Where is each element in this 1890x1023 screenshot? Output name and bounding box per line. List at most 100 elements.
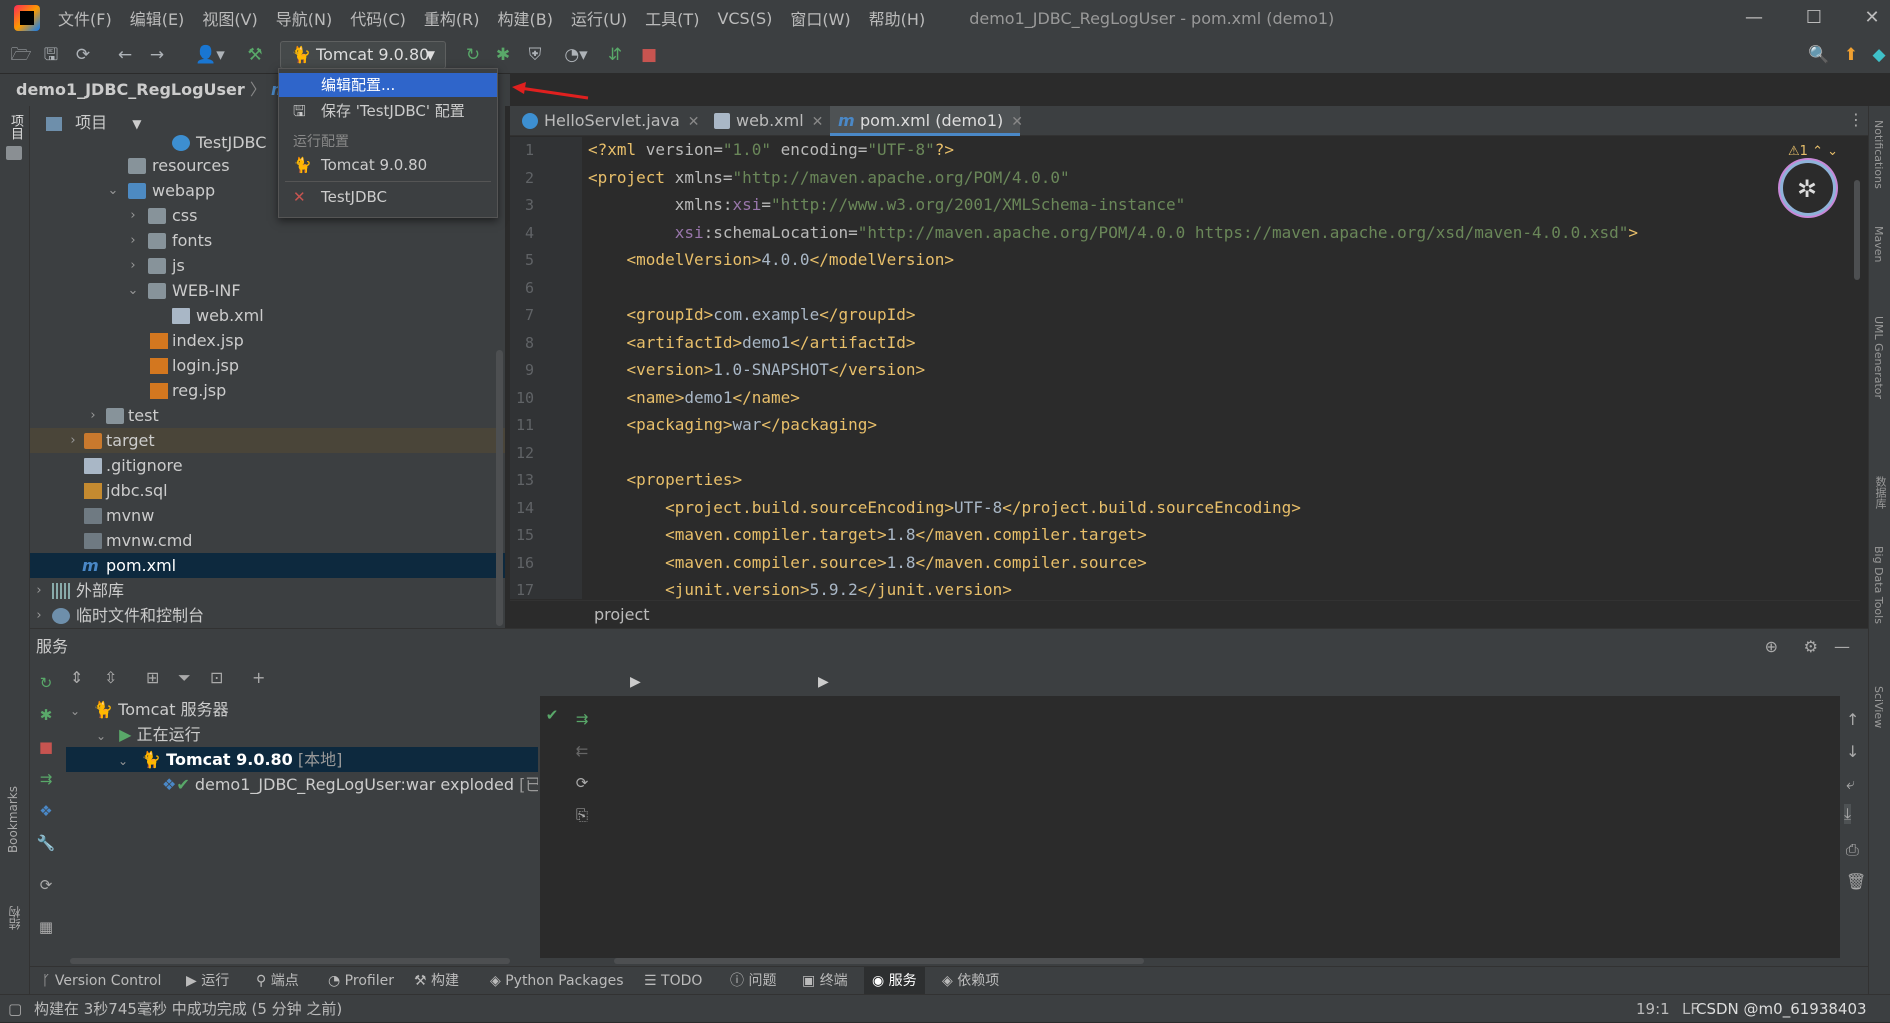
stop-icon[interactable]: ■ bbox=[636, 42, 662, 68]
tree-item-mvnw[interactable]: mvnw bbox=[30, 503, 505, 528]
svc-artifact[interactable]: ❖✔ demo1_JDBC_RegLogUser:war exploded [已… bbox=[162, 772, 538, 797]
svc-tomcat-instance[interactable]: ⌄ 🐈 Tomcat 9.0.80 [本地] bbox=[66, 747, 538, 772]
tab-python-packages[interactable]: ◈ Python Packages bbox=[490, 967, 624, 995]
tree-item-pom-xml[interactable]: m pom.xml bbox=[30, 553, 505, 578]
menu-tools[interactable]: 工具(T) bbox=[645, 6, 699, 30]
maven-tool-button[interactable]: Maven bbox=[1872, 226, 1885, 262]
menu-window[interactable]: 窗口(W) bbox=[790, 6, 850, 30]
tree-item-web-xml[interactable]: web.xml bbox=[30, 303, 505, 328]
expand-all-icon[interactable]: ⇕ bbox=[70, 668, 83, 687]
tab-services[interactable]: ◉ 服务 bbox=[864, 967, 925, 995]
close-tab-icon[interactable]: ✕ bbox=[812, 114, 824, 130]
project-tool-button[interactable]: 项目 bbox=[5, 114, 25, 140]
edit-configurations-item[interactable]: 编辑配置... bbox=[279, 73, 497, 97]
tree-item-test[interactable]: › test bbox=[30, 403, 505, 428]
tree-item-fonts[interactable]: › fonts bbox=[30, 228, 505, 253]
scroll-to-end-icon[interactable]: ⤓ bbox=[1844, 804, 1852, 824]
filter-icon[interactable]: ⏷ bbox=[178, 668, 191, 688]
tab-run[interactable]: ▶ 运行 bbox=[186, 967, 229, 995]
tomcat-config-item[interactable]: 🐈 Tomcat 9.0.80 bbox=[279, 153, 497, 177]
layout-icon[interactable]: ▦ bbox=[36, 917, 56, 937]
tree-item-external-libraries[interactable]: › 外部库 bbox=[30, 578, 505, 603]
minimize-button[interactable]: — bbox=[1740, 4, 1768, 32]
maximize-button[interactable]: ☐ bbox=[1800, 4, 1828, 32]
status-message[interactable]: 构建在 3秒745毫秒 中成功完成 (5 分钟 之前) bbox=[34, 995, 342, 1023]
breadcrumb-project-tag[interactable]: project bbox=[594, 605, 650, 624]
tab-tomcat-localhost-log[interactable]: ▶ bbox=[630, 668, 641, 696]
artifact-icon[interactable]: ❖ bbox=[36, 801, 56, 821]
menu-navigate[interactable]: 导航(N) bbox=[276, 6, 332, 30]
debug-bug-icon[interactable]: ✱ bbox=[36, 705, 56, 725]
more-options-icon[interactable]: ⋮ bbox=[1848, 110, 1864, 129]
run-config-selector[interactable]: 🐈 Tomcat 9.0.80 ▼ bbox=[280, 41, 446, 69]
console-scrollbar[interactable] bbox=[614, 958, 1144, 964]
coverage-shield-icon[interactable]: ⛨ bbox=[522, 42, 548, 68]
wrench-icon[interactable]: 🔧 bbox=[36, 833, 56, 853]
tree-item-reg-jsp[interactable]: reg.jsp bbox=[30, 378, 505, 403]
soft-wrap-icon[interactable]: ⤶ bbox=[1846, 774, 1855, 794]
back-arrow-icon[interactable]: ← bbox=[112, 42, 138, 68]
toggle-panels-icon[interactable]: ▢ bbox=[8, 995, 22, 1023]
svc-tomcat-server[interactable]: ⌄ 🐈 Tomcat 服务器 bbox=[70, 697, 229, 722]
tree-item-jdbc-sql[interactable]: jdbc.sql bbox=[30, 478, 505, 503]
chevron-right-icon[interactable]: › bbox=[126, 203, 140, 228]
menu-help[interactable]: 帮助(H) bbox=[869, 6, 926, 30]
deploy-icon[interactable]: ⇉ bbox=[36, 769, 56, 789]
svc-running-group[interactable]: ⌄ ▶ 正在运行 bbox=[96, 722, 201, 747]
tab-problems[interactable]: ⓘ 问题 bbox=[730, 967, 776, 995]
chevron-down-icon[interactable]: ⌄ bbox=[106, 178, 120, 203]
chevron-right-icon[interactable]: › bbox=[126, 253, 140, 278]
menu-edit[interactable]: 编辑(E) bbox=[130, 6, 185, 30]
rerun-icon[interactable]: ↻ bbox=[36, 673, 56, 693]
menu-view[interactable]: 视图(V) bbox=[202, 6, 257, 30]
tab-endpoints[interactable]: ⚲ 端点 bbox=[256, 967, 299, 995]
tree-item-js[interactable]: › js bbox=[30, 253, 505, 278]
ai-assistant-avatar[interactable]: ✲ bbox=[1780, 160, 1836, 216]
tab-pom-xml[interactable]: m pom.xml (demo1) ✕ bbox=[830, 106, 1023, 136]
tab-helloservlet[interactable]: HelloServlet.java ✕ bbox=[514, 106, 700, 136]
refresh-icon[interactable]: ⟳ bbox=[572, 773, 592, 793]
rerun-icon[interactable]: ↻ bbox=[460, 42, 486, 68]
tab-dependencies[interactable]: ◈ 依赖项 bbox=[942, 967, 999, 995]
plugin-icon[interactable]: ◆ bbox=[1866, 42, 1890, 68]
profile-more-icon[interactable]: ◔▾ bbox=[556, 42, 596, 68]
editor-scrollbar[interactable] bbox=[1854, 180, 1860, 280]
tab-terminal[interactable]: ▣ 终端 bbox=[802, 967, 848, 995]
user-account-icon[interactable]: 👤▾ bbox=[190, 42, 230, 68]
menu-file[interactable]: 文件(F) bbox=[58, 6, 112, 30]
open-browser-icon[interactable]: ⎘ bbox=[572, 805, 592, 825]
tree-item-target[interactable]: › target bbox=[30, 428, 505, 453]
crosshair-icon[interactable]: ⊕ bbox=[1765, 630, 1778, 664]
tree-item-login-jsp[interactable]: login.jsp bbox=[30, 353, 505, 378]
build-hammer-icon[interactable]: ⚒ bbox=[242, 42, 268, 68]
chevron-right-icon[interactable]: › bbox=[32, 578, 46, 603]
forward-arrow-icon[interactable]: → bbox=[144, 42, 170, 68]
project-scrollbar[interactable] bbox=[496, 350, 503, 626]
print-icon[interactable]: ⎙ bbox=[1846, 840, 1859, 860]
tree-item-gitignore[interactable]: .gitignore bbox=[30, 453, 505, 478]
scroll-up-icon[interactable]: ↑ bbox=[1846, 710, 1859, 729]
console-output[interactable] bbox=[540, 696, 1840, 958]
tree-item-index-jsp[interactable]: index.jsp bbox=[30, 328, 505, 353]
bookmarks-tool-button[interactable]: Bookmarks bbox=[6, 786, 20, 853]
tab-todo[interactable]: ☰ TODO bbox=[644, 967, 702, 995]
chevron-right-icon[interactable]: › bbox=[86, 403, 100, 428]
chevron-down-icon[interactable]: ▼ bbox=[132, 117, 141, 131]
collapse-all-icon[interactable]: ⇳ bbox=[104, 668, 117, 687]
uml-generator-tool-button[interactable]: UML Generator bbox=[1872, 316, 1885, 399]
close-window-button[interactable]: ✕ bbox=[1858, 4, 1886, 32]
save-config-item[interactable]: 🖫 保存 'TestJDBC' 配置 bbox=[279, 99, 497, 123]
close-tab-icon[interactable]: ✕ bbox=[1011, 114, 1023, 130]
testjdbc-config-item[interactable]: ✕ TestJDBC bbox=[279, 185, 497, 209]
cursor-position[interactable]: 19:1 bbox=[1636, 995, 1670, 1023]
search-icon[interactable]: 🔍 bbox=[1806, 42, 1832, 68]
undeploy-icon[interactable]: ⇇ bbox=[572, 741, 592, 761]
chevron-right-icon[interactable]: › bbox=[32, 603, 46, 628]
tab-tomcat-catalina-log[interactable]: ▶ bbox=[818, 668, 829, 696]
breadcrumb-project[interactable]: demo1_JDBC_RegLogUser bbox=[16, 80, 245, 99]
sync-icon[interactable]: ⟳ bbox=[70, 42, 96, 68]
update-available-icon[interactable]: ⬆ bbox=[1838, 42, 1864, 68]
refresh-icon[interactable]: ⟳ bbox=[36, 875, 56, 895]
chevron-down-icon[interactable]: ⌄ bbox=[126, 278, 140, 303]
update-app-icon[interactable]: ⇵ bbox=[602, 42, 628, 68]
